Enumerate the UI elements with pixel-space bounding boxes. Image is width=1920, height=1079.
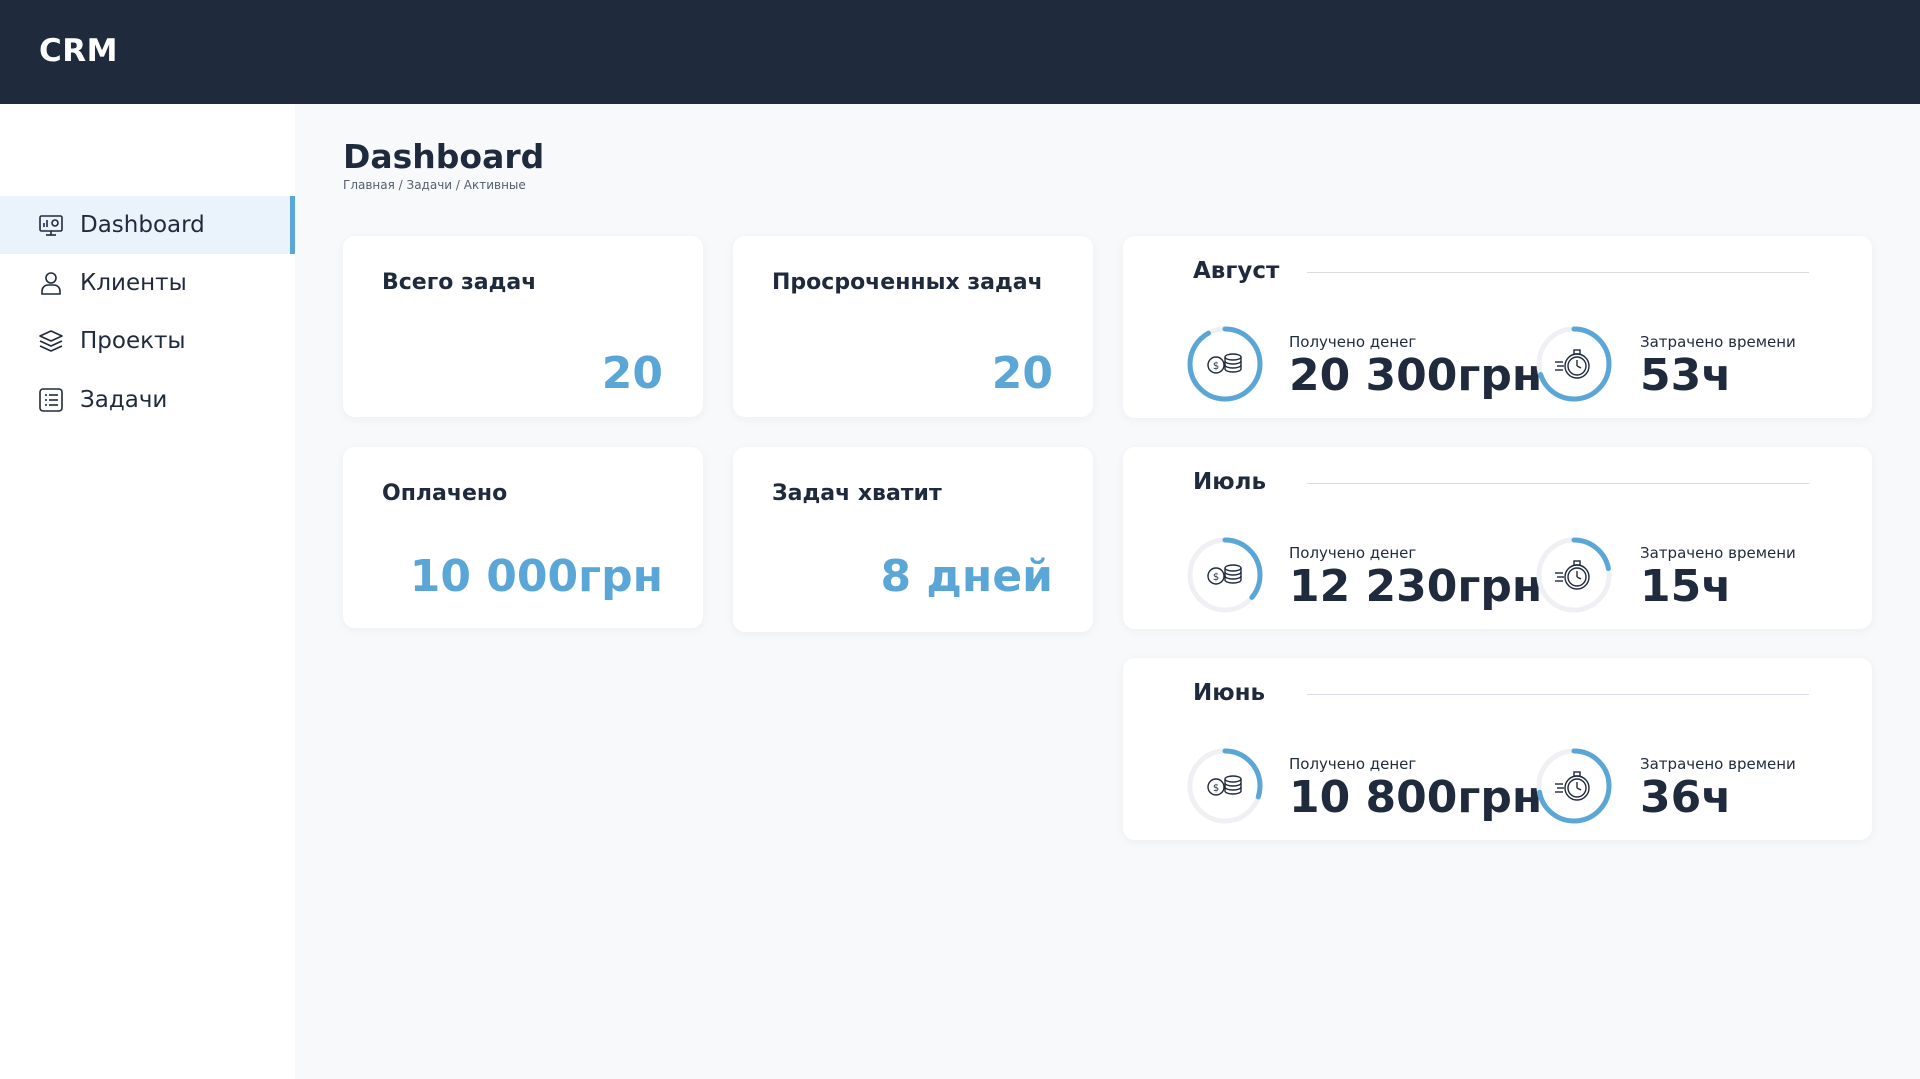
sidebar-item-label: Проекты [80,328,186,354]
card-value: 10 000грн [409,551,663,602]
coins-icon: $ [1207,775,1242,796]
month-card-august: Август $ Получено денег 20 300грн Затрач… [1123,236,1872,418]
summary-card-overdue: Просроченных задач 20 [733,236,1093,417]
breadcrumb[interactable]: Главная / Задачи / Активные [343,178,526,192]
divider [1307,694,1809,695]
time-label: Затрачено времени [1640,755,1796,773]
card-title: Задач хватит [772,481,942,506]
time-progress-ring [1536,537,1612,613]
month-title: Июль [1193,469,1266,495]
time-value: 36ч [1640,772,1732,823]
coins-icon: $ [1207,353,1242,374]
top-bar: CRM [0,0,1920,104]
stopwatch-icon [1555,771,1590,801]
month-title: Июнь [1193,680,1266,706]
coins-icon: $ [1207,564,1242,585]
card-value: 8 дней [880,551,1053,602]
layers-icon [38,328,64,354]
money-value: 12 230грн [1289,561,1543,612]
summary-card-paid: Оплачено 10 000грн [343,447,703,628]
time-progress-ring [1536,748,1612,824]
dashboard-icon [38,212,64,238]
svg-text:$: $ [1213,572,1219,583]
sidebar: Dashboard Клиенты Проекты Задачи [0,104,295,1079]
summary-card-total: Всего задач 20 [343,236,703,417]
stopwatch-icon [1555,560,1590,590]
sidebar-item-tasks[interactable]: Задачи [0,371,295,429]
money-label: Получено денег [1289,544,1417,562]
money-progress-ring: $ [1187,537,1263,613]
time-value: 53ч [1640,350,1732,401]
money-label: Получено денег [1289,333,1417,351]
month-card-july: Июль $ Получено денег 12 230грн Затрачен… [1123,447,1872,629]
money-progress-ring: $ [1187,748,1263,824]
stopwatch-icon [1555,349,1590,379]
sidebar-item-projects[interactable]: Проекты [0,312,295,370]
user-icon [38,270,64,296]
svg-text:$: $ [1213,361,1219,372]
sidebar-item-label: Клиенты [80,270,187,296]
divider [1307,483,1809,484]
time-label: Затрачено времени [1640,544,1796,562]
sidebar-item-clients[interactable]: Клиенты [0,254,295,312]
money-progress-ring: $ [1187,326,1263,402]
sidebar-item-label: Dashboard [80,212,205,238]
card-value: 20 [601,348,663,399]
card-title: Всего задач [382,270,537,295]
time-progress-ring [1536,326,1612,402]
divider [1307,272,1809,273]
svg-text:$: $ [1213,783,1219,794]
page-title: Dashboard [343,137,545,176]
list-icon [38,387,64,413]
card-value: 20 [991,348,1053,399]
time-label: Затрачено времени [1640,333,1796,351]
month-title: Август [1193,258,1280,284]
money-value: 20 300грн [1289,350,1543,401]
sidebar-item-dashboard[interactable]: Dashboard [0,196,295,254]
card-title: Оплачено [382,481,508,506]
summary-card-tasks-enough: Задач хватит 8 дней [733,447,1093,632]
sidebar-item-label: Задачи [80,387,168,413]
card-title: Просроченных задач [772,270,1043,295]
brand-logo[interactable]: CRM [39,33,118,69]
time-value: 15ч [1640,561,1732,612]
money-label: Получено денег [1289,755,1417,773]
money-value: 10 800грн [1289,772,1543,823]
month-card-june: Июнь $ Получено денег 10 800грн Затрачен… [1123,658,1872,840]
